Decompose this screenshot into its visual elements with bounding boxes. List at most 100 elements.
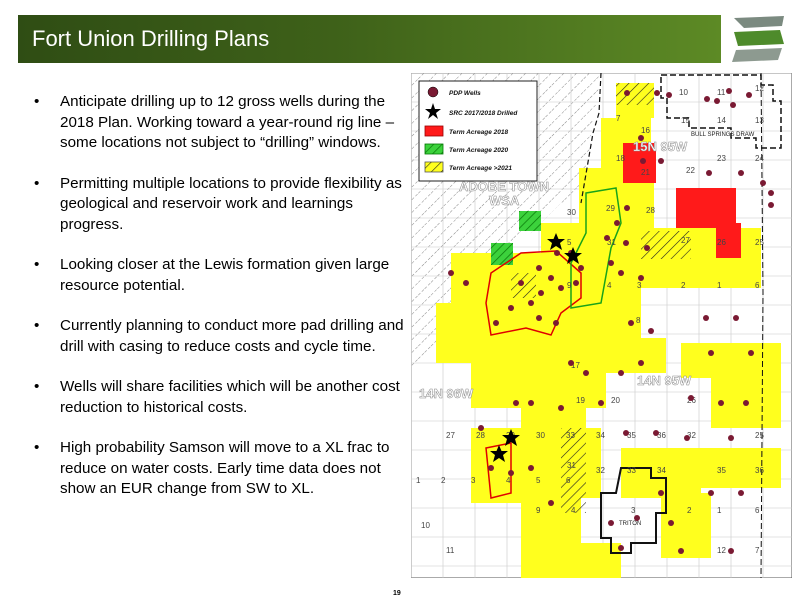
well-dot-icon: [554, 250, 560, 256]
section-number: 11: [717, 88, 726, 97]
section-number: 1: [717, 281, 722, 290]
section-number: 3: [637, 281, 642, 290]
section-number: 33: [627, 466, 636, 475]
township-96w-label: 14N 96W: [419, 386, 474, 401]
section-number: 6: [755, 281, 760, 290]
section-number: 27: [446, 431, 455, 440]
well-dot-icon: [608, 260, 614, 266]
section-number: 16: [641, 126, 650, 135]
well-dot-icon: [478, 425, 484, 431]
red-hatch-swatch: [424, 125, 444, 137]
section-number: 11: [446, 546, 455, 555]
well-dot-icon: [624, 90, 630, 96]
well-dot-icon: [518, 280, 524, 286]
well-dot-icon: [508, 305, 514, 311]
bull-springs-label: BULL SPRINGS DRAW: [691, 132, 755, 138]
legend-label: Term Acreage >2021: [449, 165, 512, 172]
well-dot-icon: [678, 548, 684, 554]
section-number: 1: [717, 506, 722, 515]
bullet-list: Anticipate drilling up to 12 gross wells…: [34, 92, 404, 520]
bullet-item: Currently planning to conduct more pad d…: [34, 316, 404, 357]
well-dot-icon: [684, 435, 690, 441]
section-number: 23: [717, 154, 726, 163]
well-dot-icon: [644, 245, 650, 251]
well-dot-icon: [614, 220, 620, 226]
well-dot-icon: [760, 180, 766, 186]
well-dot-icon: [658, 490, 664, 496]
well-dot-icon: [583, 370, 589, 376]
well-dot-icon: [708, 490, 714, 496]
triton-label: TRITON: [619, 521, 641, 527]
section-number: 4: [607, 281, 612, 290]
well-dot-icon: [730, 102, 736, 108]
section-number: 30: [536, 431, 545, 440]
well-dot-icon: [768, 202, 774, 208]
township-14n-label: 14N 95W: [637, 373, 692, 388]
well-dot-icon: [604, 235, 610, 241]
well-dot-icon: [658, 158, 664, 164]
section-number: 7: [616, 114, 621, 123]
well-dot-icon: [648, 328, 654, 334]
section-number: 31: [567, 461, 576, 470]
section-number: 12: [755, 84, 764, 93]
section-number: 10: [421, 521, 430, 530]
well-dot-icon: [653, 430, 659, 436]
section-number: 25: [755, 431, 764, 440]
well-dot-icon: [488, 465, 494, 471]
section-number: 5: [567, 238, 572, 247]
well-dot-icon: [718, 400, 724, 406]
well-dot-icon: [748, 350, 754, 356]
section-number: 18: [616, 154, 625, 163]
well-dot-icon: [706, 170, 712, 176]
well-dot-icon: [578, 265, 584, 271]
well-dot-icon: [714, 98, 720, 104]
section-number: 6: [755, 506, 760, 515]
well-dot-icon: [618, 270, 624, 276]
section-number: 8: [636, 316, 641, 325]
legend-label: PDP Wells: [449, 90, 481, 97]
well-dot-icon: [573, 280, 579, 286]
well-dot-icon: [666, 92, 672, 98]
well-dot-icon: [624, 205, 630, 211]
section-number: 9: [536, 506, 541, 515]
section-number: 15: [681, 116, 690, 125]
section-number: 9: [567, 281, 572, 290]
well-dot-icon: [548, 275, 554, 281]
well-dot-icon: [493, 320, 499, 326]
well-dot-icon: [448, 270, 454, 276]
well-dot-icon: [618, 370, 624, 376]
bullet-item: Looking closer at the Lewis formation gi…: [34, 255, 404, 296]
section-number: 24: [755, 154, 764, 163]
map-legend: PDP Wells SRC 2017/2018 Drilled Term Acr…: [418, 80, 538, 182]
well-dot-icon: [638, 135, 644, 141]
well-dot-icon: [704, 96, 710, 102]
well-dot-icon: [463, 280, 469, 286]
well-dot-icon: [728, 435, 734, 441]
well-dot-icon: [746, 92, 752, 98]
section-number: 35: [717, 466, 726, 475]
well-dot-icon: [608, 520, 614, 526]
well-dot-icon: [743, 400, 749, 406]
well-dot-icon: [618, 545, 624, 551]
company-logo: [732, 16, 784, 62]
well-dot-icon: [558, 285, 564, 291]
well-dot-icon: [598, 400, 604, 406]
section-number: 1: [416, 476, 421, 485]
section-number: 22: [686, 166, 695, 175]
well-dot-icon: [553, 320, 559, 326]
section-number: 32: [596, 466, 605, 475]
bullet-item: Wells will share facilities which will b…: [34, 377, 404, 418]
section-number: 2: [687, 506, 692, 515]
section-number: 26: [717, 238, 726, 247]
well-dot-icon: [738, 490, 744, 496]
well-dot-icon: [628, 320, 634, 326]
section-number: 2: [681, 281, 686, 290]
well-dot-icon: [536, 265, 542, 271]
section-number: 34: [657, 466, 666, 475]
section-number: 14: [717, 116, 726, 125]
page-title: Fort Union Drilling Plans: [32, 26, 270, 51]
section-number: 10: [679, 88, 688, 97]
well-dot-icon: [538, 290, 544, 296]
page-number: 19: [393, 590, 401, 597]
township-15n-label: 15N 95W: [633, 139, 688, 154]
